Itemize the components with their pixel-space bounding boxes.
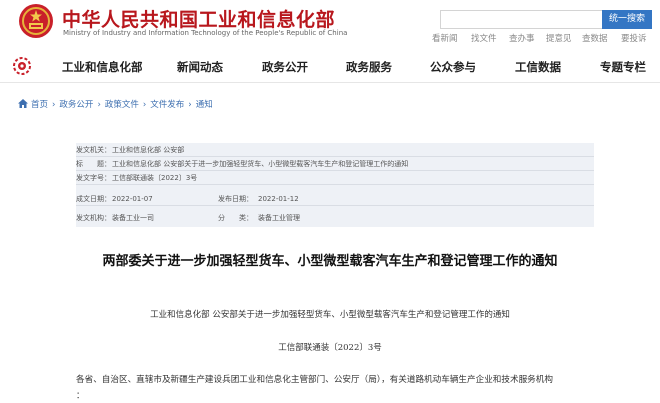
main-nav: 工业和信息化部 新闻动态 政务公开 政务服务 公众参与 工信数据 专题专栏 [0, 50, 660, 82]
search-input[interactable] [440, 10, 602, 29]
article-salutation-end: ： [76, 391, 85, 401]
issuer-label: 发文机关： [76, 146, 111, 154]
nav-item-news[interactable]: 新闻动态 [177, 59, 223, 75]
article-subtitle: 工业和信息化部 公安部关于进一步加强轻型货车、小型微型载客汽车生产和登记管理工作… [150, 310, 510, 320]
article-title: 两部委关于进一步加强轻型货车、小型微型载客汽车生产和登记管理工作的通知 [102, 254, 558, 269]
org-label: 发文机构： [76, 214, 111, 222]
breadcrumb-file-release[interactable]: 文件发布 [150, 98, 184, 110]
breadcrumb-policy-files[interactable]: 政策文件 [105, 98, 139, 110]
article-doc-number: 工信部联通装〔2022〕3号 [278, 343, 382, 353]
site-header: 中华人民共和国工业和信息化部 Ministry of Industry and … [0, 0, 660, 50]
breadcrumb-separator: › [97, 100, 101, 110]
date-value: 2022-01-07 [112, 195, 153, 203]
quick-link-files[interactable]: 找文件 [471, 32, 497, 44]
category-label: 分 类： [218, 214, 253, 222]
nav-item-topics[interactable]: 专题专栏 [600, 59, 646, 75]
org-value: 装备工业一司 [112, 214, 154, 222]
nav-item-gov-services[interactable]: 政务服务 [346, 59, 392, 75]
number-value: 工信部联通装〔2022〕3号 [112, 174, 198, 182]
nav-divider [0, 82, 660, 83]
nav-item-gov-affairs[interactable]: 政务公开 [262, 59, 308, 75]
article-salutation: 各省、自治区、直辖市及新疆生产建设兵团工业和信息化主管部门、公安厅（局），有关道… [76, 375, 553, 385]
info-row-issuer: 发文机关： 工业和信息化部 公安部 [76, 143, 594, 157]
info-row-number: 发文字号： 工信部联通装〔2022〕3号 [76, 171, 594, 185]
title-value: 工业和信息化部 公安部关于进一步加强轻型货车、小型微型载客汽车生产和登记管理工作… [112, 160, 409, 168]
document-info-table: 发文机关： 工业和信息化部 公安部 标 题： 工业和信息化部 公安部关于进一步加… [76, 143, 594, 227]
date-label: 成文日期： [76, 195, 111, 203]
breadcrumb: 首页 › 政务公开 › 政策文件 › 文件发布 › 通知 [18, 98, 213, 110]
pubdate-value: 2022-01-12 [258, 195, 299, 203]
pubdate-label: 发布日期： [218, 195, 253, 203]
nav-item-miit[interactable]: 工业和信息化部 [62, 59, 143, 75]
title-label: 标 题： [76, 160, 111, 168]
info-row-title: 标 题： 工业和信息化部 公安部关于进一步加强轻型货车、小型微型载客汽车生产和登… [76, 157, 594, 171]
search-button[interactable]: 统一搜索 [602, 10, 652, 29]
info-row-org: 发文机构： 装备工业一司 分 类： 装备工业管理 [76, 211, 594, 225]
breadcrumb-gov-affairs[interactable]: 政务公开 [59, 98, 93, 110]
category-value: 装备工业管理 [258, 214, 300, 222]
breadcrumb-separator: › [52, 100, 56, 110]
miit-logo-icon[interactable] [13, 57, 31, 75]
breadcrumb-notice[interactable]: 通知 [196, 98, 213, 110]
quick-link-news[interactable]: 看新闻 [432, 32, 458, 44]
quick-link-data[interactable]: 查数据 [582, 32, 608, 44]
home-icon [18, 99, 28, 108]
site-title[interactable]: 中华人民共和国工业和信息化部 [62, 5, 335, 32]
site-subtitle-en: Ministry of Industry and Information Tec… [63, 29, 348, 37]
breadcrumb-separator: › [188, 100, 192, 110]
breadcrumb-separator: › [142, 100, 147, 110]
quick-link-complaint[interactable]: 要投诉 [621, 32, 647, 44]
info-row-dates: 成文日期： 2022-01-07 发布日期： 2022-01-12 [76, 192, 594, 206]
nav-item-public-participation[interactable]: 公众参与 [430, 59, 476, 75]
quick-link-services[interactable]: 查办事 [509, 32, 535, 44]
quick-link-feedback[interactable]: 提意见 [546, 32, 572, 44]
national-emblem-icon[interactable] [18, 3, 54, 39]
number-label: 发文字号： [76, 174, 111, 182]
issuer-value: 工业和信息化部 公安部 [112, 146, 185, 154]
breadcrumb-home[interactable]: 首页 [31, 98, 48, 110]
nav-item-data[interactable]: 工信数据 [515, 59, 561, 75]
